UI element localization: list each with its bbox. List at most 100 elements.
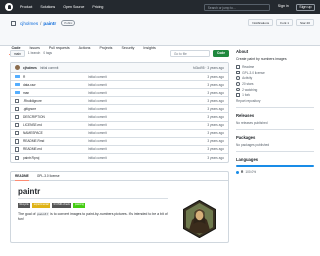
- inline-code: paintr: [36, 211, 50, 216]
- file-name-link[interactable]: .gitignore: [23, 107, 88, 111]
- readme-description: The goal of paintr is to convert images …: [18, 211, 168, 221]
- global-search-input[interactable]: Search or jump to...: [203, 3, 270, 11]
- sidebar-item-fork[interactable]: 1 fork: [236, 92, 314, 98]
- file-name-link[interactable]: LICENSE.md: [23, 123, 88, 127]
- repo-icon: [11, 20, 16, 26]
- file-icon: [15, 114, 19, 120]
- file-commit-message[interactable]: Initial commit: [88, 156, 207, 160]
- tags-link[interactable]: 0 tags: [43, 51, 52, 55]
- signup-button[interactable]: Sign up: [295, 3, 315, 11]
- file-row[interactable]: R Initial commit 3 years ago: [11, 73, 228, 82]
- file-commit-message[interactable]: Initial commit: [88, 91, 207, 95]
- signin-link[interactable]: Sign in: [278, 4, 289, 11]
- file-row[interactable]: README.md Initial commit 3 years ago: [11, 146, 228, 154]
- star-icon: [236, 82, 240, 86]
- file-name-link[interactable]: NAMESPACE: [23, 131, 88, 135]
- check-badge-label[interactable]: R-CMD-check: [52, 203, 72, 208]
- check-badge-value[interactable]: passing: [73, 203, 86, 208]
- file-commit-age: 3 years ago: [207, 74, 224, 79]
- commit-author[interactable]: cjholmes: [23, 66, 37, 70]
- file-commit-message[interactable]: Initial commit: [88, 131, 207, 135]
- file-row[interactable]: paintr.Rproj Initial commit 3 years ago: [11, 154, 228, 162]
- sidebar-item-label: Readme: [242, 64, 255, 69]
- packages-heading[interactable]: Packages: [236, 135, 314, 140]
- avatar[interactable]: [15, 65, 20, 70]
- tab-license[interactable]: GPL-3.0 license: [37, 174, 60, 178]
- branches-link[interactable]: 1 branch: [28, 51, 40, 55]
- nav-solutions[interactable]: Solutions: [40, 5, 55, 9]
- folder-icon: [15, 90, 20, 95]
- sidebar-item-label: 20 stars: [242, 81, 254, 86]
- fork-button[interactable]: Fork 1: [276, 19, 294, 26]
- file-icon: [15, 155, 19, 161]
- file-icon: [15, 106, 19, 112]
- file-commit-message[interactable]: Initial commit: [88, 147, 207, 151]
- file-name-link[interactable]: DESCRIPTION: [23, 115, 88, 119]
- repo-owner-link[interactable]: cjholmes: [20, 21, 38, 26]
- language-name: R: [241, 170, 244, 175]
- language-dot-icon: [236, 170, 239, 174]
- file-name-link[interactable]: man: [23, 91, 88, 95]
- notifications-button[interactable]: Notifications: [248, 19, 274, 26]
- code-button[interactable]: Code: [213, 49, 229, 57]
- nav-open-source[interactable]: Open Source: [63, 5, 84, 9]
- file-row[interactable]: NAMESPACE Initial commit 3 years ago: [11, 130, 228, 138]
- lifecycle-badge-value[interactable]: experimental: [32, 203, 51, 208]
- latest-commit: cjholmes Initial commit fd3cd95 · 3 year…: [11, 63, 228, 73]
- readme-tabs: README GPL-3.0 license: [11, 172, 228, 182]
- file-row[interactable]: .gitignore Initial commit 3 years ago: [11, 105, 228, 114]
- star-button[interactable]: Star 20: [296, 19, 314, 26]
- go-to-file-input[interactable]: Go to file: [170, 49, 211, 57]
- file-commit-message[interactable]: Initial commit: [88, 83, 207, 87]
- file-name-link[interactable]: paintr.Rproj: [23, 156, 88, 160]
- file-row[interactable]: DESCRIPTION Initial commit 3 years ago: [11, 113, 228, 122]
- about-heading: About: [236, 49, 249, 54]
- branch-select[interactable]: main: [10, 49, 25, 57]
- file-row[interactable]: data-raw Initial commit 3 years ago: [11, 81, 228, 90]
- language-item-r[interactable]: R 100.0%: [236, 170, 314, 174]
- file-commit-message[interactable]: Initial commit: [88, 139, 207, 143]
- fork-icon: [236, 93, 240, 98]
- file-commit-message[interactable]: Initial commit: [88, 115, 207, 119]
- nav-product[interactable]: Product: [20, 5, 32, 9]
- languages-heading: Languages: [236, 157, 259, 163]
- sidebar-item-label: 1 fork: [242, 93, 251, 98]
- file-icon: [15, 98, 19, 104]
- file-name-link[interactable]: README.md: [23, 147, 88, 151]
- commit-message[interactable]: Initial commit: [40, 66, 59, 70]
- file-row[interactable]: man Initial commit 3 years ago: [11, 89, 228, 98]
- github-logo-icon[interactable]: [5, 3, 13, 11]
- file-row[interactable]: .Rbuildignore Initial commit 3 years ago: [11, 97, 228, 106]
- commit-meta[interactable]: fd3cd95 · 3 years ago: [193, 66, 224, 70]
- releases-heading[interactable]: Releases: [236, 113, 314, 118]
- sidebar-item-label: Activity: [242, 76, 253, 81]
- repo-name-link[interactable]: paintr: [43, 21, 56, 26]
- divider: [236, 151, 314, 153]
- lifecycle-badge-label[interactable]: lifecycle: [18, 203, 31, 208]
- global-nav: Product Solutions Open Source Pricing: [20, 5, 103, 9]
- file-commit-age: 3 years ago: [207, 131, 224, 136]
- file-commit-message[interactable]: Initial commit: [88, 107, 207, 111]
- repo-main: main 1 branch 0 tags Go to file Code cjh…: [10, 49, 229, 244]
- book-icon: [236, 65, 240, 69]
- readme-panel: README GPL-3.0 license paintr lifecycle …: [10, 171, 229, 244]
- report-repository-link[interactable]: Report repository: [236, 99, 314, 103]
- file-commit-message[interactable]: Initial commit: [88, 75, 207, 79]
- nav-pricing[interactable]: Pricing: [92, 5, 103, 9]
- file-commit-message[interactable]: Initial commit: [88, 123, 207, 127]
- file-name-link[interactable]: README.Rmd: [23, 139, 88, 143]
- file-name-link[interactable]: .Rbuildignore: [23, 99, 88, 103]
- packages-text: No packages published: [236, 143, 270, 148]
- visibility-badge: Public: [61, 20, 76, 26]
- file-icon: [15, 130, 19, 136]
- file-name-link[interactable]: data-raw: [23, 83, 88, 87]
- releases-text: No releases published: [236, 121, 268, 126]
- tab-readme[interactable]: README: [15, 174, 29, 182]
- file-name-link[interactable]: R: [23, 75, 88, 79]
- file-row[interactable]: LICENSE.md Initial commit 3 years ago: [11, 122, 228, 130]
- file-commit-message[interactable]: Initial commit: [88, 99, 207, 103]
- file-row[interactable]: README.Rmd Initial commit 3 years ago: [11, 138, 228, 146]
- repo-header: cjholmes / paintr Public Notifications F…: [0, 14, 320, 55]
- auth-links: Sign in Sign up: [278, 3, 315, 11]
- file-icon: [15, 139, 19, 144]
